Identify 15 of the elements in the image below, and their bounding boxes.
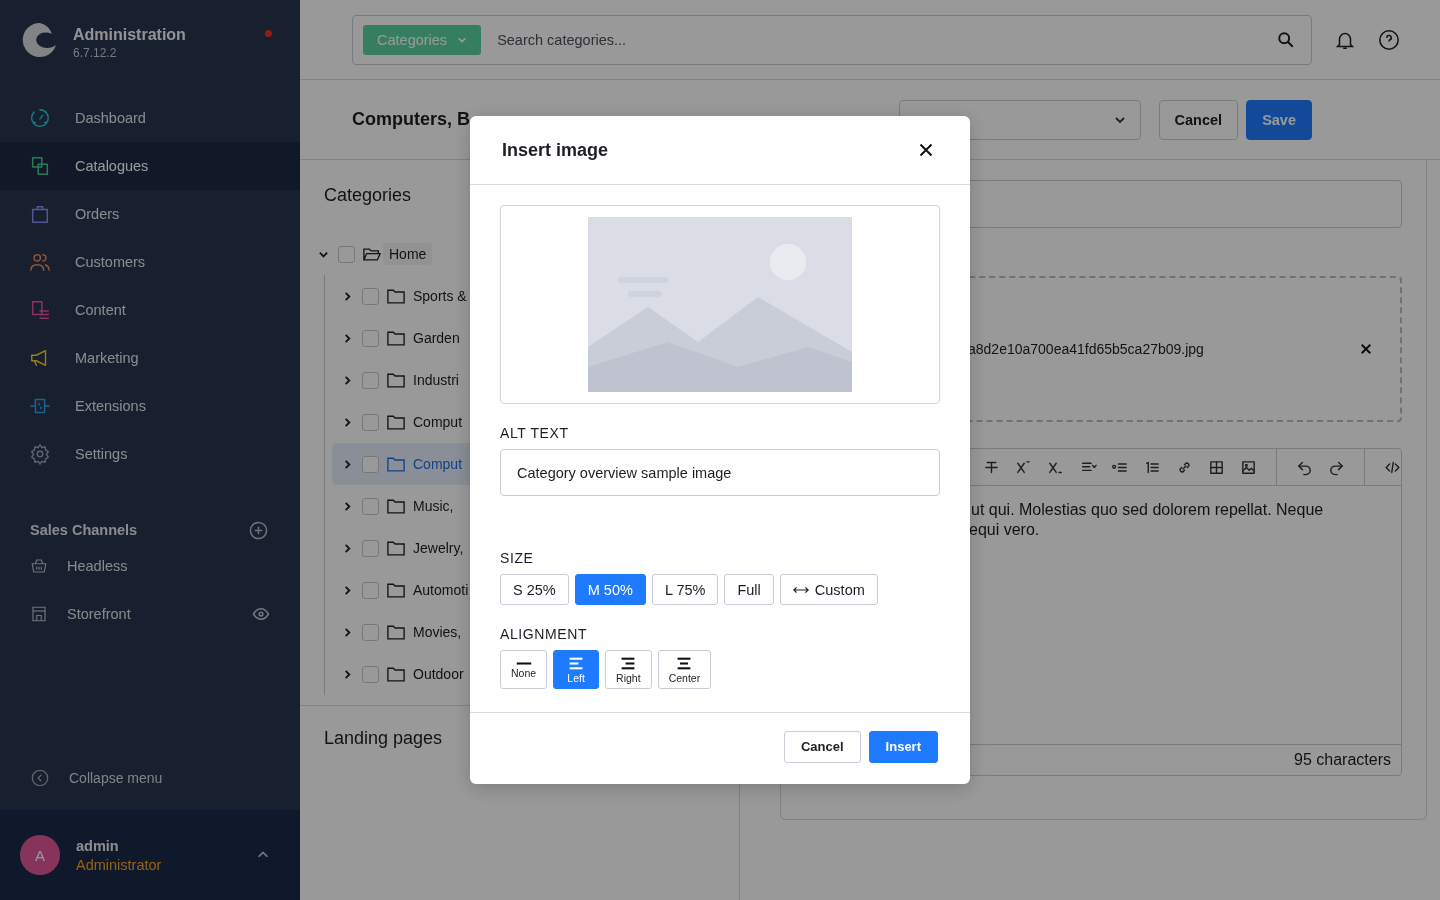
page-title: Computers, B (352, 109, 471, 130)
section-title: Sales Channels (30, 522, 138, 538)
dialog-title: Insert image (502, 139, 609, 161)
app-title: Administration (73, 26, 186, 44)
character-count: 95 characters (1294, 751, 1391, 769)
field-label: ALT TEXT (500, 424, 569, 442)
field-label: SIZE (500, 549, 534, 567)
user-role: Administrator (76, 856, 163, 873)
file-name: a8d2e10a700ea41fd65b5ca27b09.jpg (968, 341, 1204, 357)
editor-text: equi vero. (968, 520, 1040, 540)
app-version: 6.7.12.2 (73, 46, 118, 60)
field-label: ALIGNMENT (500, 625, 588, 643)
panel-title: Categories (324, 184, 413, 207)
user-name: admin (76, 837, 120, 854)
editor-text: ut qui. Molestias quo sed dolorem repellat. Neque (970, 500, 1324, 520)
